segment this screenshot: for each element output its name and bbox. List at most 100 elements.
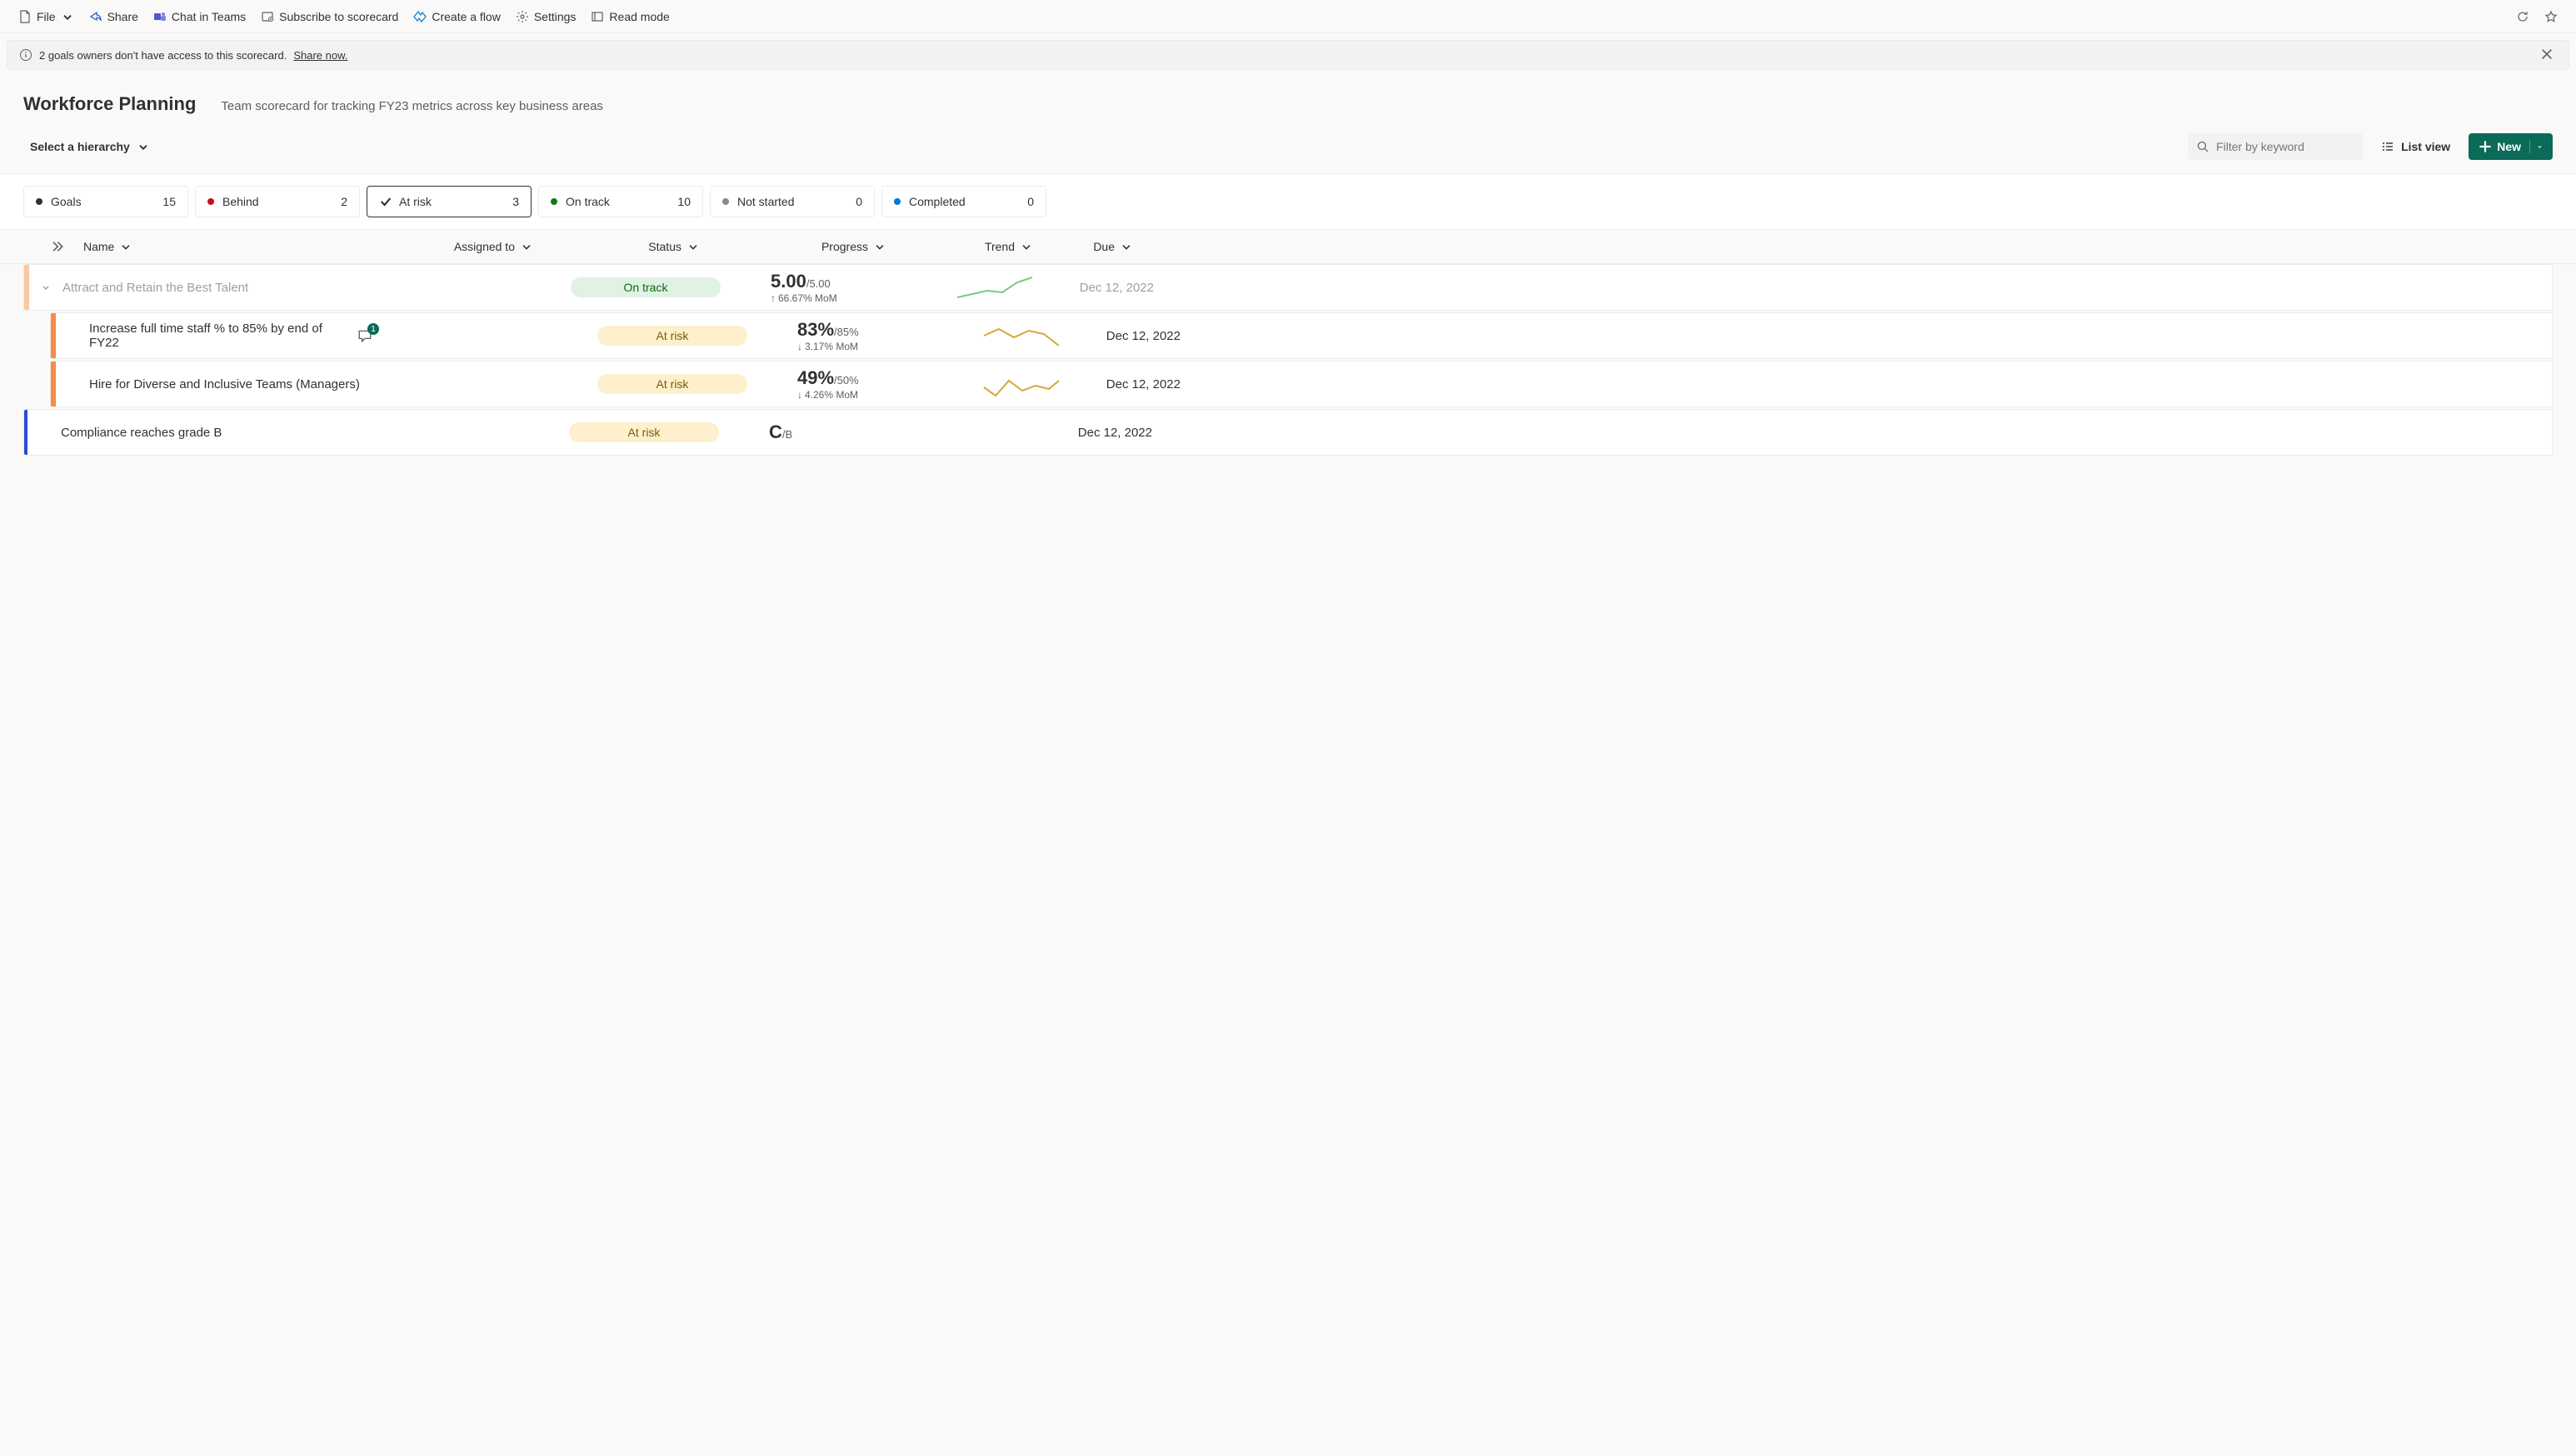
page-subtitle: Team scorecard for tracking FY23 metrics… xyxy=(221,99,603,113)
read-icon xyxy=(591,10,604,23)
summary-card-on-track[interactable]: On track10 xyxy=(538,186,703,217)
flow-button[interactable]: Create a flow xyxy=(407,5,507,28)
chevron-down-icon xyxy=(119,240,132,253)
settings-button[interactable]: Settings xyxy=(509,5,583,28)
status-pill: At risk xyxy=(597,326,747,346)
list-icon xyxy=(2381,140,2394,153)
progress-target: /50% xyxy=(834,374,859,386)
goal-row[interactable]: Attract and Retain the Best Talent On tra… xyxy=(23,264,2553,311)
chat-label: Chat in Teams xyxy=(172,10,246,23)
subheader: Select a hierarchy List view New xyxy=(0,123,2576,174)
readmode-button[interactable]: Read mode xyxy=(584,5,676,28)
file-label: File xyxy=(37,10,56,23)
chevron-down-icon xyxy=(520,240,533,253)
list-view-label: List view xyxy=(2401,140,2450,153)
share-now-link[interactable]: Share now. xyxy=(293,49,347,62)
favorite-button[interactable] xyxy=(2538,5,2564,28)
progress-delta: ↑66.67% MoM xyxy=(771,292,837,304)
comment-count: 1 xyxy=(367,323,379,335)
due-date: Dec 12, 2022 xyxy=(1089,377,1181,391)
readmode-label: Read mode xyxy=(609,10,669,23)
file-icon xyxy=(18,10,32,23)
file-menu[interactable]: File xyxy=(12,5,81,28)
status-dot xyxy=(207,198,214,205)
comment-indicator[interactable]: 1 xyxy=(357,328,372,343)
row-accent xyxy=(51,362,56,406)
status-pill: At risk xyxy=(597,374,747,394)
summary-card-goals[interactable]: Goals15 xyxy=(23,186,188,217)
goal-name: Attract and Retain the Best Talent xyxy=(62,281,248,295)
chevron-down-icon xyxy=(1120,240,1133,253)
refresh-button[interactable] xyxy=(2509,5,2536,28)
chevron-down-icon xyxy=(1020,240,1033,253)
search-icon xyxy=(2196,140,2209,153)
summary-count: 0 xyxy=(856,195,862,208)
hierarchy-select[interactable]: Select a hierarchy xyxy=(23,135,157,158)
goal-name: Hire for Diverse and Inclusive Teams (Ma… xyxy=(89,377,360,391)
rows-container: Attract and Retain the Best Talent On tra… xyxy=(0,264,2576,456)
summary-card-completed[interactable]: Completed0 xyxy=(881,186,1046,217)
summary-card-at-risk[interactable]: At risk3 xyxy=(367,186,532,217)
settings-label: Settings xyxy=(534,10,577,23)
chevron-down-icon xyxy=(873,240,886,253)
status-pill: At risk xyxy=(569,422,719,442)
summary-count: 15 xyxy=(162,195,176,208)
goal-name: Compliance reaches grade B xyxy=(61,426,222,440)
close-icon xyxy=(2540,47,2554,61)
search-box[interactable] xyxy=(2188,133,2363,160)
col-name[interactable]: Name xyxy=(83,240,383,253)
expand-toggle[interactable] xyxy=(29,282,62,292)
status-dot xyxy=(551,198,557,205)
progress-target: /5.00 xyxy=(806,277,831,290)
search-input[interactable] xyxy=(2216,140,2354,153)
subscribe-button[interactable]: Subscribe to scorecard xyxy=(254,5,405,28)
plus-icon xyxy=(2479,140,2492,153)
status-dot xyxy=(36,198,42,205)
col-due[interactable]: Due xyxy=(1041,240,1133,253)
double-chevron-icon xyxy=(50,240,63,253)
toolbar: File Share Chat in Teams Subscribe to sc… xyxy=(0,0,2576,33)
chat-button[interactable]: Chat in Teams xyxy=(147,5,252,28)
page-title: Workforce Planning xyxy=(23,93,196,115)
chevron-down-icon xyxy=(137,140,150,153)
due-date: Dec 12, 2022 xyxy=(1062,281,1154,295)
col-progress[interactable]: Progress xyxy=(750,240,916,253)
subscribe-label: Subscribe to scorecard xyxy=(279,10,398,23)
summary-label: Completed xyxy=(909,195,1027,208)
page-header: Workforce Planning Team scorecard for tr… xyxy=(0,77,2576,123)
progress-value: 49% xyxy=(797,367,834,388)
progress-target: /85% xyxy=(834,326,859,338)
expand-all-button[interactable] xyxy=(50,240,83,253)
status-dot xyxy=(894,198,901,205)
summary-count: 10 xyxy=(677,195,691,208)
gear-icon xyxy=(516,10,529,23)
share-icon xyxy=(89,10,102,23)
row-accent xyxy=(24,410,27,455)
progress-value: 5.00 xyxy=(771,271,806,292)
col-assigned[interactable]: Assigned to xyxy=(383,240,592,253)
summary-row: Goals15Behind2At risk3On track10Not star… xyxy=(0,174,2576,230)
col-status[interactable]: Status xyxy=(592,240,750,253)
goal-row[interactable]: Increase full time staff % to 85% by end… xyxy=(50,312,2553,359)
summary-label: Goals xyxy=(51,195,162,208)
close-notification-button[interactable] xyxy=(2537,44,2557,67)
summary-label: On track xyxy=(566,195,677,208)
col-trend[interactable]: Trend xyxy=(916,240,1041,253)
chevron-down-icon xyxy=(61,10,74,23)
summary-count: 0 xyxy=(1027,195,1034,208)
progress-value: 83% xyxy=(797,319,834,340)
share-button[interactable]: Share xyxy=(82,5,145,28)
sparkline xyxy=(982,371,1062,397)
list-view-button[interactable]: List view xyxy=(2374,135,2457,158)
table-header: Name Assigned to Status Progress Trend D… xyxy=(0,230,2576,264)
summary-count: 2 xyxy=(341,195,347,208)
summary-card-not-started[interactable]: Not started0 xyxy=(710,186,875,217)
notification-bar: 2 goals owners don't have access to this… xyxy=(7,40,2569,70)
status-pill: On track xyxy=(571,277,721,297)
new-button[interactable]: New xyxy=(2469,133,2553,160)
goal-row[interactable]: Compliance reaches grade BAt riskC/BDec … xyxy=(23,409,2553,456)
summary-label: Behind xyxy=(222,195,341,208)
goal-row[interactable]: Hire for Diverse and Inclusive Teams (Ma… xyxy=(50,361,2553,407)
summary-card-behind[interactable]: Behind2 xyxy=(195,186,360,217)
progress-delta: ↓4.26% MoM xyxy=(797,389,858,401)
